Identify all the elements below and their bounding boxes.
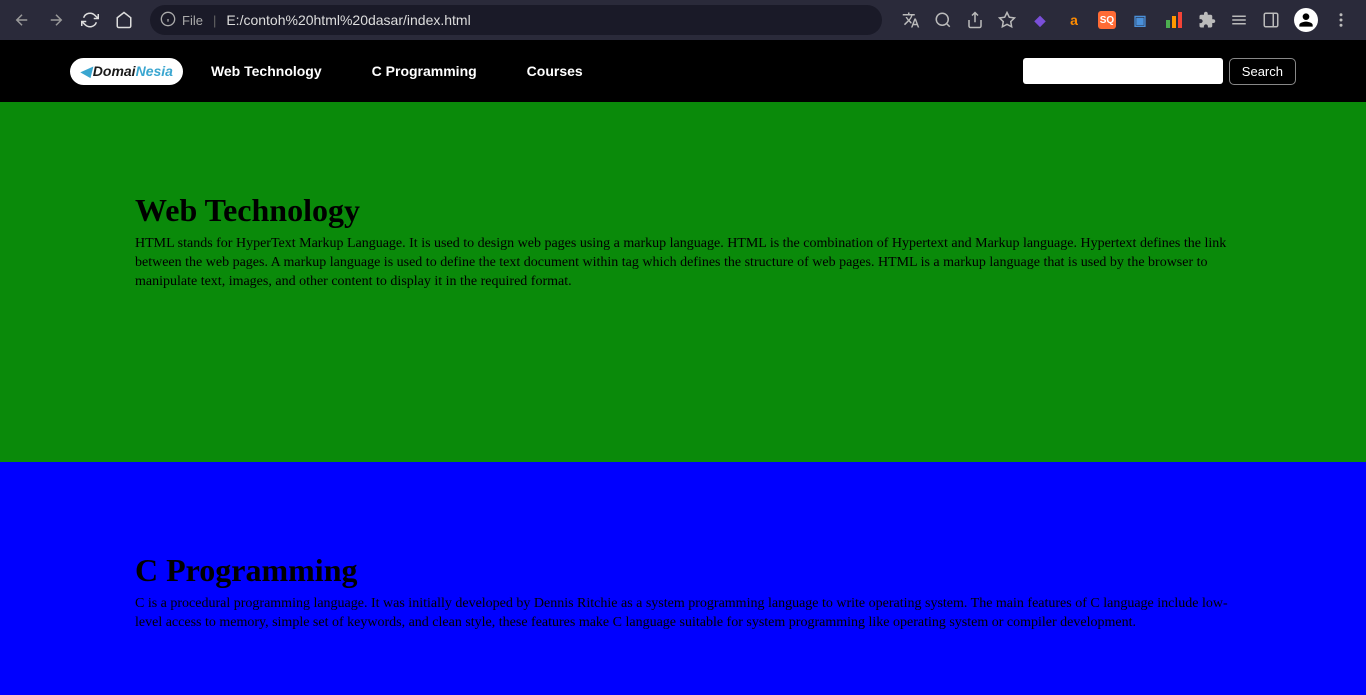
nav-link-c-programming[interactable]: C Programming	[372, 63, 477, 79]
back-button[interactable]	[8, 6, 36, 34]
section-body: C is a procedural programming language. …	[135, 595, 1231, 633]
logo-text-part1: Domai	[93, 63, 136, 79]
section-c-programming: C Programming C is a procedural programm…	[0, 462, 1366, 695]
nav-links: Web Technology C Programming Courses	[211, 63, 583, 79]
url-divider: |	[213, 13, 216, 28]
site-navbar: ◀ Domai Nesia Web Technology C Programmi…	[0, 40, 1366, 102]
extension-icon-4[interactable]: ▣	[1130, 10, 1150, 30]
nav-link-courses[interactable]: Courses	[527, 63, 583, 79]
search-area: Search	[1023, 58, 1296, 85]
extensions-puzzle-icon[interactable]	[1198, 11, 1216, 29]
info-icon[interactable]	[160, 11, 176, 30]
section-title: Web Technology	[135, 192, 1231, 229]
section-web-technology: Web Technology HTML stands for HyperText…	[0, 102, 1366, 462]
forward-button[interactable]	[42, 6, 70, 34]
extension-icon-1[interactable]: ◆	[1030, 10, 1050, 30]
share-icon[interactable]	[966, 11, 984, 29]
menu-dots-icon[interactable]	[1332, 11, 1350, 29]
url-scheme-label: File	[182, 13, 203, 28]
profile-avatar-icon[interactable]	[1294, 8, 1318, 32]
address-bar[interactable]: File | E:/contoh%20html%20dasar/index.ht…	[150, 5, 882, 35]
page-content: ◀ Domai Nesia Web Technology C Programmi…	[0, 40, 1366, 695]
section-title: C Programming	[135, 552, 1231, 589]
translate-icon[interactable]	[902, 11, 920, 29]
nav-link-web-technology[interactable]: Web Technology	[211, 63, 322, 79]
bookmark-star-icon[interactable]	[998, 11, 1016, 29]
logo-arrow-icon: ◀	[80, 63, 91, 80]
url-text: E:/contoh%20html%20dasar/index.html	[226, 12, 470, 28]
extension-icon-3[interactable]: SQ	[1098, 11, 1116, 29]
panel-icon[interactable]	[1262, 11, 1280, 29]
logo-text-part2: Nesia	[136, 63, 173, 79]
extension-icon-2[interactable]: a	[1064, 10, 1084, 30]
media-controls-icon[interactable]	[1230, 11, 1248, 29]
home-button[interactable]	[110, 6, 138, 34]
extension-icon-5[interactable]	[1164, 10, 1184, 30]
search-button[interactable]: Search	[1229, 58, 1296, 85]
browser-toolbar: File | E:/contoh%20html%20dasar/index.ht…	[0, 0, 1366, 40]
section-body: HTML stands for HyperText Markup Languag…	[135, 235, 1231, 292]
zoom-icon[interactable]	[934, 11, 952, 29]
reload-button[interactable]	[76, 6, 104, 34]
search-input[interactable]	[1023, 58, 1223, 84]
site-logo[interactable]: ◀ Domai Nesia	[70, 58, 183, 85]
